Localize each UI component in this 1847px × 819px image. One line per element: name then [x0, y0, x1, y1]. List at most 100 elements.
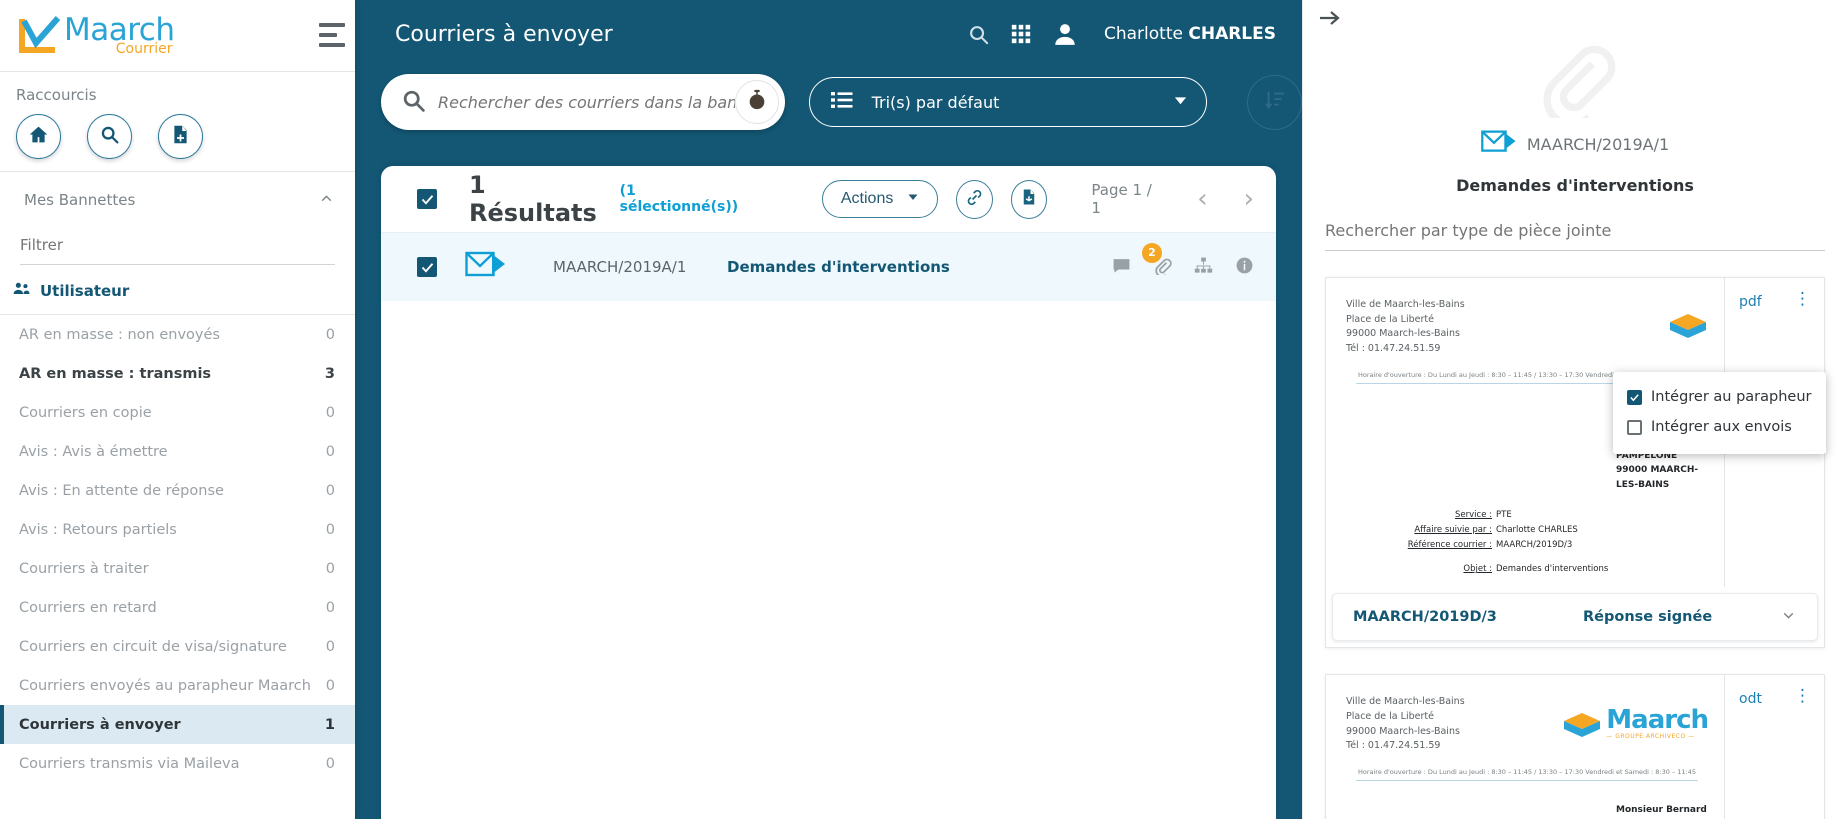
app-logo[interactable]: Maarch Courrier — [0, 0, 355, 72]
sort-direction-button[interactable] — [1247, 74, 1302, 130]
chrono-search-button[interactable] — [734, 80, 779, 124]
basket-label: Courriers à traiter — [19, 560, 149, 577]
more-vertical-icon[interactable]: ⋮ — [1794, 688, 1812, 705]
basket-count: 0 — [325, 599, 335, 616]
results-panel: 1 Résultats (1 sélectionné(s)) Actions P… — [381, 166, 1276, 819]
info-icon[interactable] — [1235, 256, 1254, 279]
basket-item[interactable]: Courriers transmis via Maileva 0 — [0, 744, 355, 783]
basket-item[interactable]: Courriers en retard 0 — [0, 588, 355, 627]
sort-select[interactable]: Tri(s) par défaut — [808, 77, 1208, 127]
maarch-box-icon — [1564, 712, 1601, 737]
org-line: 99000 Maarch-les-Bains — [1346, 328, 1460, 340]
basket-label: Courriers envoyés au parapheur Maarch — [19, 677, 311, 694]
baskets-header[interactable]: Mes Bannettes — [0, 172, 355, 228]
basket-item[interactable]: Avis : En attente de réponse 0 — [0, 471, 355, 510]
search-icon[interactable] — [967, 23, 990, 46]
basket-label: Courriers à envoyer — [19, 716, 181, 733]
select-all-checkbox[interactable] — [417, 189, 437, 209]
user-name[interactable]: Charlotte CHARLES — [1104, 24, 1276, 44]
org-line: Place de la Liberté — [1346, 313, 1434, 325]
results-count: 1 Résultats — [469, 171, 597, 227]
basket-count: 0 — [325, 521, 335, 538]
shortcut-home-button[interactable] — [16, 114, 61, 159]
user-last-name: CHARLES — [1188, 24, 1276, 44]
basket-group-label: Utilisateur — [40, 281, 130, 300]
attachment-status: Réponse signée — [1583, 609, 1713, 626]
document-field: Référence courrier : MAARCH/2019D/3 — [1346, 540, 1708, 550]
paperclip-icon[interactable]: 2 — [1142, 242, 1172, 279]
apps-grid-icon[interactable] — [1010, 23, 1032, 45]
row-checkbox[interactable] — [417, 257, 437, 277]
comment-icon[interactable] — [1112, 256, 1131, 279]
arrow-right-icon[interactable] — [1317, 6, 1341, 36]
chevron-up-icon[interactable] — [318, 190, 335, 211]
field-value: Demandes d'interventions — [1496, 564, 1609, 575]
users-group-icon — [12, 279, 31, 302]
detail-hero: MAARCH/2019A/1 Demandes d'interventions — [1303, 0, 1847, 195]
basket-item[interactable]: AR en masse : non envoyés 0 — [0, 315, 355, 354]
export-button[interactable] — [1010, 179, 1048, 219]
basket-item[interactable]: Courriers envoyés au parapheur Maarch 0 — [0, 666, 355, 705]
search-input[interactable] — [438, 92, 735, 112]
context-menu-item-integrer-envois[interactable]: Intégrer aux envois — [1613, 412, 1826, 442]
pagination-label: Page 1 / 1 — [1091, 181, 1152, 217]
field-value: Charlotte CHARLES — [1496, 525, 1578, 536]
basket-filter-input[interactable] — [20, 228, 335, 265]
basket-item-selected[interactable]: Courriers à envoyer 1 — [0, 705, 355, 744]
chevron-down-icon[interactable] — [1173, 93, 1188, 112]
search-box — [381, 74, 785, 130]
user-avatar-icon[interactable] — [1052, 21, 1078, 47]
basket-count: 0 — [325, 677, 335, 694]
shortcut-new-document-button[interactable] — [158, 114, 203, 159]
basket-group-utilisateur[interactable]: Utilisateur — [0, 265, 355, 315]
link-button[interactable] — [956, 179, 993, 219]
table-row[interactable]: MAARCH/2019A/1 Demandes d'interventions … — [381, 233, 1276, 301]
org-line: Ville de Maarch-les-Bains — [1346, 299, 1465, 310]
basket-item[interactable]: Courriers en circuit de visa/signature 0 — [0, 627, 355, 666]
shortcut-search-button[interactable] — [87, 114, 132, 159]
row-actions: 2 — [1112, 242, 1254, 279]
basket-item[interactable]: Avis : Avis à émettre 0 — [0, 432, 355, 471]
row-reference: MAARCH/2019A/1 — [553, 258, 687, 276]
search-icon — [401, 88, 426, 117]
basket-item[interactable]: Courriers à traiter 0 — [0, 549, 355, 588]
home-icon — [28, 124, 49, 149]
pagination-next-button[interactable]: › — [1244, 186, 1254, 212]
document-field: Objet : Demandes d'interventions — [1346, 564, 1708, 574]
attachment-context-menu: Intégrer au parapheur Intégrer aux envoi… — [1613, 372, 1826, 454]
basket-count: 1 — [324, 716, 335, 733]
pagination-prev-button[interactable]: ‹ — [1197, 186, 1207, 212]
more-vertical-icon[interactable]: ⋮ — [1794, 291, 1812, 308]
chevron-down-icon[interactable] — [1780, 607, 1797, 628]
baskets-title: Mes Bannettes — [24, 191, 136, 209]
menu-toggle-button[interactable] — [319, 23, 345, 47]
basket-item[interactable]: AR en masse : transmis 3 — [0, 354, 355, 393]
document-opening-hours: Horaire d'ouverture : Du Lundi au Jeudi … — [1357, 768, 1697, 777]
detail-reference: MAARCH/2019A/1 — [1526, 134, 1670, 154]
field-key: Affaire suivie par : — [1414, 525, 1492, 536]
mail-outgoing-icon — [1481, 128, 1519, 160]
attachment-card[interactable]: Ville de Maarch-les-Bains Place de la Li… — [1325, 277, 1825, 649]
basket-item[interactable]: Courriers en copie 0 — [0, 393, 355, 432]
actions-button[interactable]: Actions — [821, 180, 939, 218]
attachment-card[interactable]: Ville de Maarch-les-Bains Place de la Li… — [1325, 674, 1825, 819]
context-menu-item-integrer-parapheur[interactable]: Intégrer au parapheur — [1613, 382, 1826, 412]
mail-outgoing-icon — [465, 249, 509, 285]
attachment-footer[interactable]: MAARCH/2019D/3 Réponse signée — [1332, 593, 1818, 642]
attachment-meta: odt ⋮ — [1724, 675, 1824, 819]
checkbox-unchecked-icon[interactable] — [1627, 419, 1642, 435]
detail-reference-row: MAARCH/2019A/1 — [1303, 128, 1847, 160]
basket-count: 0 — [325, 404, 335, 421]
basket-item[interactable]: Avis : Retours partiels 0 — [0, 510, 355, 549]
maarch-box-icon — [1670, 314, 1706, 338]
hamburger-bar — [319, 43, 345, 47]
attachment-type-label: odt — [1739, 691, 1762, 708]
attachment-search-input[interactable] — [1325, 221, 1825, 251]
sort-label: Tri(s) par défaut — [871, 92, 1000, 112]
checkbox-checked-icon[interactable] — [1627, 389, 1642, 405]
row-subject: Demandes d'interventions — [727, 258, 950, 276]
main-content: Courriers à envoyer Charlotte CHARLES Re… — [319, 0, 1302, 819]
context-menu-item-label: Intégrer aux envois — [1651, 419, 1792, 435]
sitemap-icon[interactable] — [1194, 256, 1213, 279]
basket-label: AR en masse : non envoyés — [19, 326, 220, 343]
